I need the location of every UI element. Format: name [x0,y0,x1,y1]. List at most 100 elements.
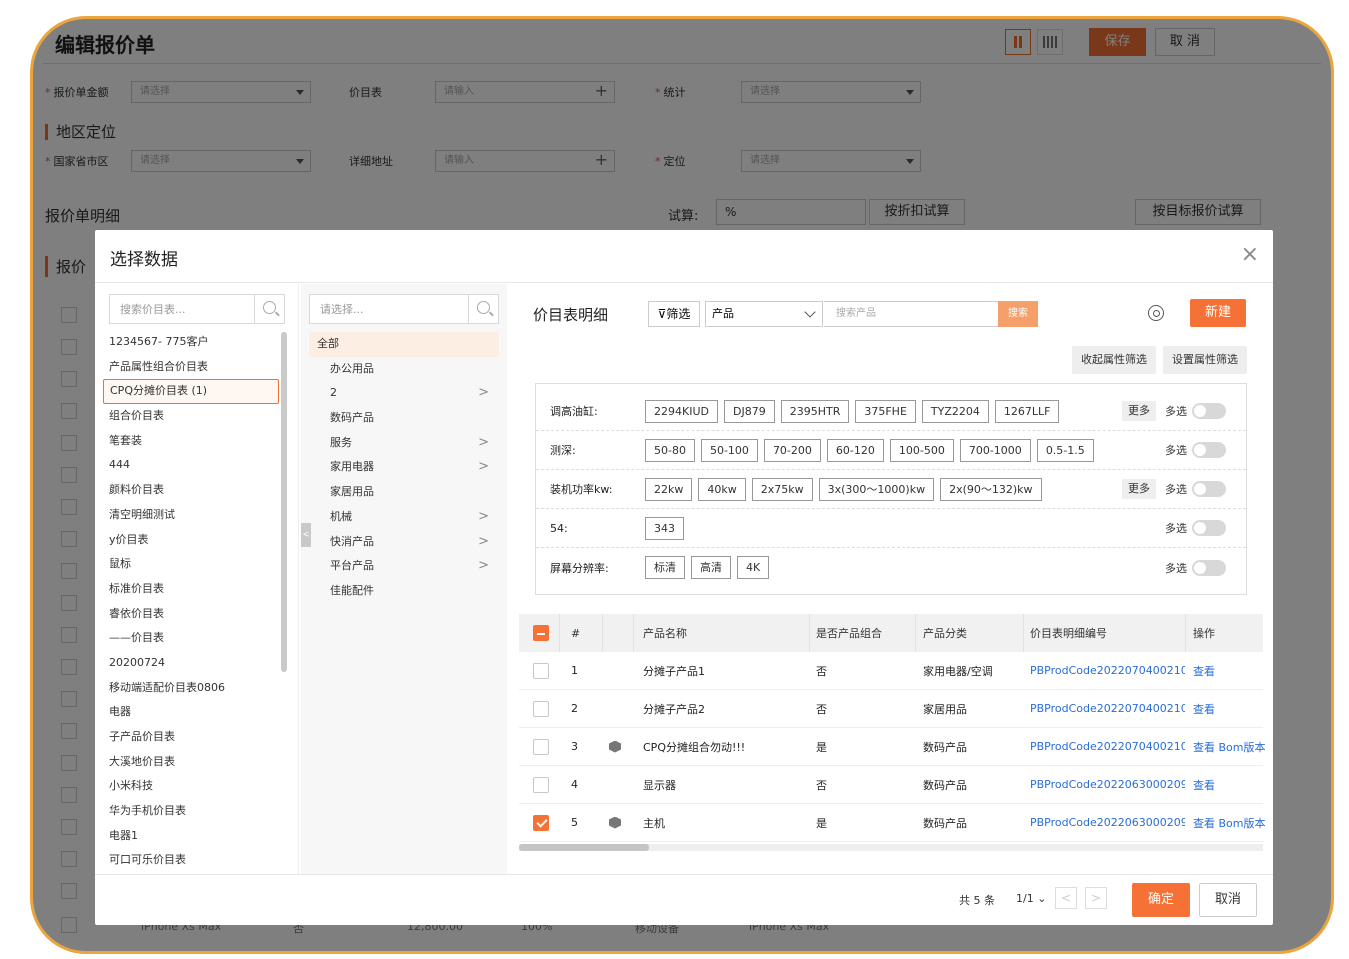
filter-tag[interactable]: 100-500 [889,438,954,462]
row-actions[interactable]: 查看 Bom版本 [1193,815,1266,831]
row-actions[interactable]: 查看 [1193,777,1215,793]
pricebook-item[interactable]: 可口可乐价目表 [103,848,279,873]
pricebook-item[interactable]: y价目表 [103,528,279,553]
category-search[interactable]: 请选择... [309,294,499,324]
collapse-panel-handle[interactable]: < [301,523,311,547]
multi-select-toggle[interactable] [1192,520,1226,536]
more-button[interactable]: 更多 [1122,401,1156,421]
detail-code-link[interactable]: PBProdCode20220630002099 [1030,778,1185,791]
filter-tag[interactable]: 22kw [645,477,693,501]
filter-button[interactable]: ⊽筛选 [648,301,700,327]
filter-tag[interactable]: 50-80 [645,438,695,462]
filter-tag[interactable]: 标清 [645,556,685,579]
pricebook-item[interactable]: 1234567- 775客户 [103,330,279,355]
category-item[interactable]: 快消产品 > [309,530,499,555]
category-item[interactable]: 2 > [309,381,499,406]
pricebook-item[interactable]: 20200724 [103,651,279,676]
scrollbar[interactable] [281,332,287,672]
category-item[interactable]: 全部 [309,332,499,357]
filter-tag[interactable]: 343 [645,516,684,540]
pricebook-search-input[interactable]: 搜索价目表... [110,301,254,317]
product-search-input[interactable]: 搜索产品 [824,301,1000,327]
pricebook-search[interactable]: 搜索价目表... [109,294,285,324]
detail-code-link[interactable]: PBProdCode20220704002108 [1030,664,1185,677]
pricebook-item[interactable]: 华为手机价目表 [103,799,279,824]
filter-tag[interactable]: 0.5-1.5 [1036,438,1094,462]
confirm-button[interactable]: 确定 [1132,883,1190,917]
pricebook-item[interactable]: CPQ分摊价目表 (1) [103,379,279,405]
pricebook-item[interactable]: 子产品价目表 [103,725,279,750]
table-row[interactable]: 4 显示器 否 数码产品 PBProdCode20220630002099 查看 [519,766,1263,804]
search-icon[interactable] [254,295,284,323]
row-checkbox[interactable] [533,738,549,755]
prev-page-button[interactable]: < [1055,887,1077,909]
pricebook-item[interactable]: 睿依价目表 [103,602,279,627]
more-button[interactable]: 更多 [1122,479,1156,499]
table-row[interactable]: 5 主机 是 数码产品 PBProdCode20220630002098 查看 Bom版本 [519,804,1266,842]
pricebook-item[interactable]: 444 [103,453,279,478]
filter-tag[interactable]: 50-100 [700,438,758,462]
row-actions[interactable]: 查看 [1193,701,1215,717]
pricebook-item[interactable]: 产品属性组合价目表 [103,355,279,380]
row-checkbox[interactable] [533,662,549,679]
detail-code-link[interactable]: PBProdCode20220630002098 [1030,816,1185,829]
pricebook-item[interactable]: 清空明细测试 [103,503,279,528]
multi-select-toggle[interactable] [1192,559,1226,576]
pricebook-item[interactable]: 小米科技 [103,774,279,799]
cancel-button[interactable]: 取消 [1199,883,1257,917]
detail-code-link[interactable]: PBProdCode20220704002106 [1030,740,1185,753]
row-actions[interactable]: 查看 Bom版本 [1193,739,1266,755]
filter-tag[interactable]: 2294KIUD [645,399,718,423]
filter-tag[interactable]: TYZ2204 [921,399,989,423]
detail-code-link[interactable]: PBProdCode20220704002107 [1030,702,1185,715]
category-item[interactable]: 家用电器 > [309,455,499,480]
category-item[interactable]: 平台产品 > [309,554,499,579]
category-item[interactable]: 服务 > [309,431,499,456]
pricebook-item[interactable]: 电器 [103,700,279,725]
multi-select-toggle[interactable] [1192,403,1226,419]
row-actions[interactable]: 查看 [1193,663,1215,679]
pricebook-item[interactable]: 移动端适配价目表0806 [103,676,279,701]
search-icon[interactable] [468,295,498,323]
filter-tag[interactable]: DJ879 [723,399,775,423]
row-checkbox[interactable] [533,814,549,831]
close-icon[interactable]: × [1241,242,1259,267]
filter-tag[interactable]: 40kw [698,477,746,501]
pricebook-item[interactable]: ——价目表 [103,626,279,651]
filter-tag[interactable]: 70-200 [763,438,821,462]
filter-tag[interactable]: 1267LLF [994,399,1060,423]
table-row[interactable]: 2 分摊子产品2 否 家居用品 PBProdCode20220704002107 查看 [519,690,1263,728]
select-all-checkbox[interactable] [533,625,549,641]
row-checkbox[interactable] [533,700,549,717]
pricebook-item[interactable]: 笔套装 [103,429,279,454]
filter-tag[interactable]: 3x(300～1000)kw [818,477,935,501]
table-row[interactable]: 1 分摊子产品1 否 家用电器/空调 PBProdCode20220704002108 查… [519,652,1263,690]
gear-icon[interactable] [1148,305,1164,321]
row-checkbox[interactable] [533,776,549,793]
horizontal-scrollbar[interactable] [519,844,1263,851]
filter-tag[interactable]: 700-1000 [959,438,1031,462]
next-page-button[interactable]: > [1085,887,1107,909]
search-button[interactable]: 搜索 [998,301,1038,327]
filter-tag[interactable]: 4K [737,556,770,579]
pricebook-item[interactable]: 标准价目表 [103,577,279,602]
collapse-filter-button[interactable]: 收起属性筛选 [1072,346,1156,374]
set-filter-button[interactable]: 设置属性筛选 [1163,346,1247,374]
filter-tag[interactable]: 2395HTR [780,399,850,423]
filter-tag[interactable]: 高清 [691,556,731,579]
category-item[interactable]: 佳能配件 [309,579,499,604]
filter-tag[interactable]: 2x(90～132)kw [940,477,1042,501]
category-item[interactable]: 数码产品 [309,406,499,431]
pricebook-item[interactable]: 电器1 [103,824,279,849]
product-type-select[interactable]: 产品 [705,301,823,327]
table-row[interactable]: 3 CPQ分摊组合勿动!!! 是 数码产品 PBProdCode202207040021… [519,728,1266,766]
category-search-input[interactable]: 请选择... [310,301,468,317]
category-item[interactable]: 家居用品 [309,480,499,505]
filter-tag[interactable]: 375FHE [855,399,916,423]
multi-select-toggle[interactable] [1192,442,1226,458]
new-button[interactable]: 新建 [1190,299,1246,327]
pricebook-item[interactable]: 组合价目表 [103,404,279,429]
pricebook-item[interactable]: 鼠标 [103,552,279,577]
page-select[interactable]: 1/1 ⌄ [1016,892,1046,905]
multi-select-toggle[interactable] [1192,481,1226,497]
